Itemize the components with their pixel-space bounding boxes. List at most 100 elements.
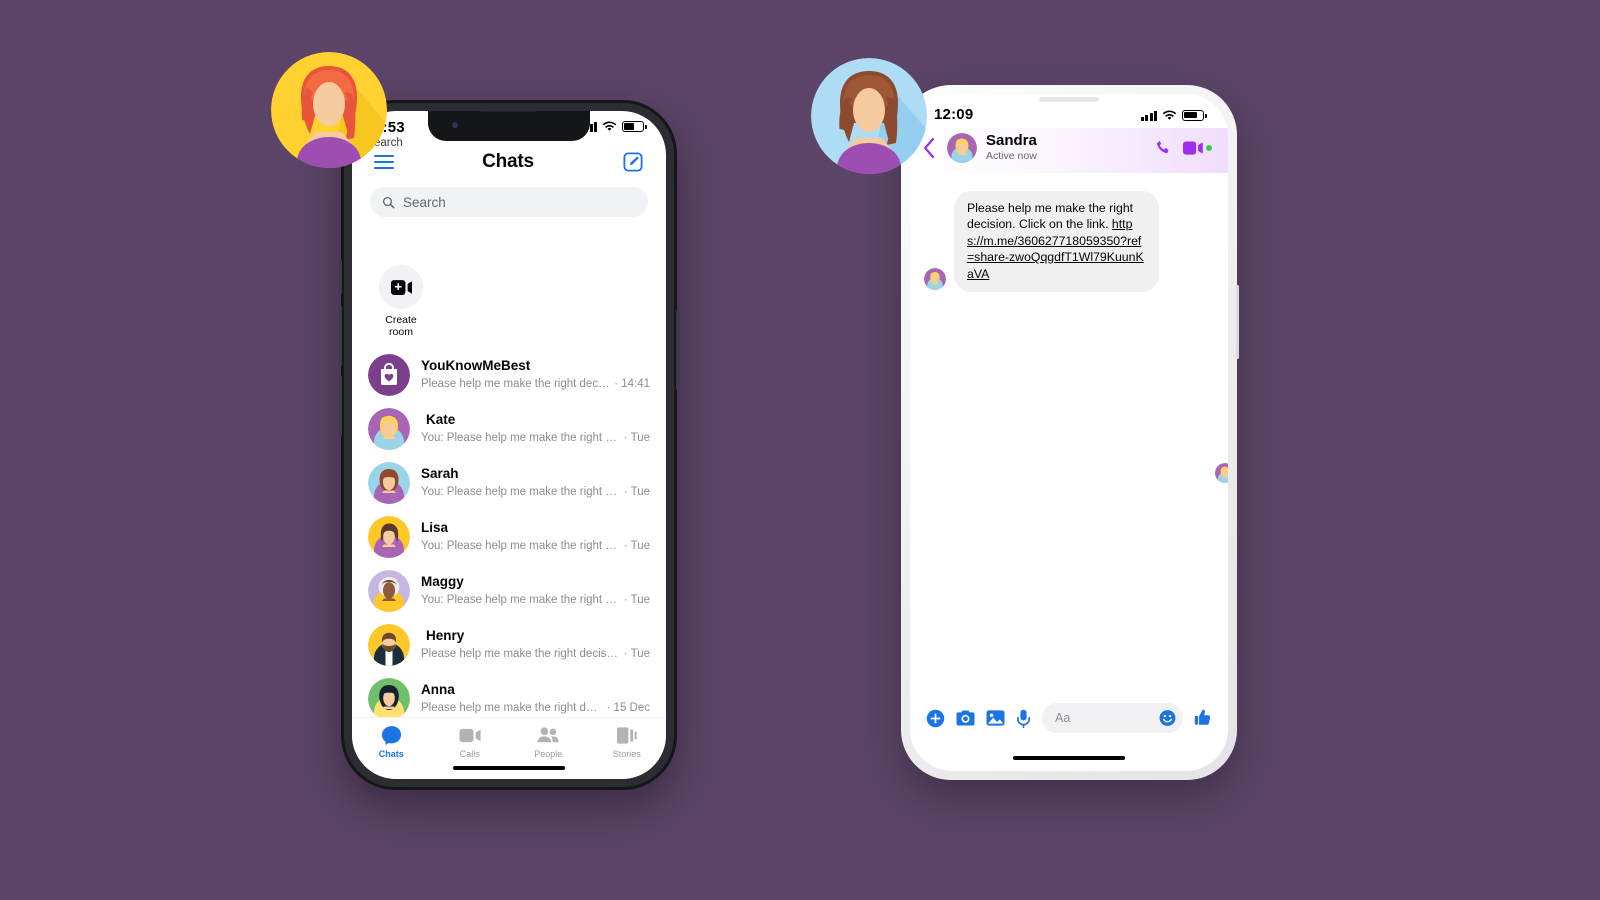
battery-icon [1182,109,1207,121]
chat-name: Kate [426,412,456,428]
notch [428,111,590,141]
smiley-emoji-icon[interactable] [1159,710,1176,727]
power-button-left-phone[interactable] [676,310,679,390]
wifi-icon [602,121,617,131]
status-icons [580,121,647,132]
create-room-button[interactable]: Create room [370,265,432,338]
list-item[interactable]: Henry Please help me make the right deci… [352,618,666,672]
chat-time: · Tue [623,539,650,552]
list-item[interactable]: YouKnowMeBest Please help me make the ri… [352,348,666,402]
tab-stories[interactable]: Stories [588,724,667,759]
avatar[interactable] [1215,462,1228,483]
message-composer: Aa [910,695,1228,741]
presence-status: Active now [986,150,1037,162]
message-text-line2: decision. Click on the link. [967,217,1109,232]
video-plus-icon [390,279,412,295]
plus-circle-icon[interactable] [926,709,945,728]
search-area: Search [352,181,666,227]
home-indicator[interactable] [453,766,565,770]
create-room-label-2: room [389,326,413,339]
message-bubble[interactable]: Please help me make the right decision. … [954,190,1159,292]
right-phone-screen: 12:09 Sandra Active now Please help me m… [910,94,1228,771]
woman-bob-avatar [368,516,410,559]
mute-switch-left-phone[interactable] [339,260,342,294]
chat-name: Lisa [421,520,449,536]
status-icons [1140,109,1207,121]
left-phone-device: 2:53 earch Chats Search Create room YouK… [339,100,679,790]
signal-bars-icon [1140,110,1157,121]
volume-down-left-phone[interactable] [339,376,342,436]
camera-icon[interactable] [956,709,975,727]
chat-preview: You: Please help me make the right decis… [421,430,650,447]
chat-snippet: You: Please help me make the right decis… [421,485,620,498]
tab-people[interactable]: People [509,724,588,759]
rooms-row: Create room [352,227,666,342]
chat-list[interactable]: YouKnowMeBest Please help me make the ri… [352,342,666,726]
back-chevron-icon[interactable] [922,137,938,159]
tab-calls[interactable]: Calls [431,724,510,759]
online-status-dot [1206,144,1212,151]
stories-icon [588,724,667,746]
tab-chats[interactable]: Chats [352,724,431,759]
chat-time: · Tue [623,593,650,606]
compose-new-message-icon[interactable] [622,151,644,173]
chat-name: YouKnowMeBest [421,358,531,374]
brunette-woman-avatar [811,58,927,174]
front-camera [452,122,458,128]
list-item[interactable]: Maggy You: Please help me make the right… [352,564,666,618]
message-thread[interactable]: Please help me make the right decision. … [910,172,1228,638]
power-button-right-phone[interactable] [1236,285,1239,359]
chat-preview: You: Please help me make the right decis… [421,592,650,609]
microphone-icon[interactable] [1016,709,1031,728]
volume-up-left-phone[interactable] [339,306,342,366]
chat-name: Henry [426,628,465,644]
phone-call-icon[interactable] [1155,139,1172,156]
chat-snippet: You: Please help me make the right decis… [421,593,620,606]
list-item-texts: Anna Please help me make the right decis… [421,681,650,716]
create-room-label-1: Create [385,314,417,326]
shop-bag-heart-avatar [368,354,410,397]
woman-brunette-avatar [368,462,410,505]
video-camera-icon [431,724,510,746]
redhead-woman-avatar [271,52,387,168]
chat-snippet: You: Please help me make the right decis… [421,431,620,444]
woman-grey-hair-avatar [368,570,410,613]
chat-preview: Please help me make the right decision..… [421,700,650,717]
create-room-circle [379,265,423,309]
tab-label: Stories [612,749,641,759]
avatar[interactable] [924,267,946,290]
tab-label: Chats [378,749,404,759]
home-indicator[interactable] [1013,756,1125,760]
list-item-texts: Lisa You: Please help me make the right … [421,519,650,554]
chat-bubble-icon [352,724,431,746]
people-icon [509,724,588,746]
message-placeholder: Aa [1055,711,1071,725]
speaker-slot [480,111,538,112]
list-item-texts: Sarah You: Please help me make the right… [421,465,650,500]
list-item[interactable]: Sarah You: Please help me make the right… [352,456,666,510]
message-input[interactable]: Aa [1042,703,1183,733]
list-item[interactable]: Kate You: Please help me make the right … [352,402,666,456]
message-text-line1: Please help me make the right [967,200,1134,215]
chat-preview: Please help me make the right decision. … [421,646,650,663]
speaker-slot [1039,97,1099,102]
list-item-texts: Henry Please help me make the right deci… [421,627,650,662]
tab-label: People [534,749,563,759]
woman-blonde-avatar [368,408,410,451]
tab-label: Calls [459,749,480,759]
video-call-icon[interactable] [1183,141,1204,155]
search-input[interactable]: Search [370,187,648,217]
status-time: 12:09 [934,105,974,123]
thumbs-up-icon[interactable] [1194,709,1212,727]
woman-darkhair-avatar [368,678,410,721]
gallery-image-icon[interactable] [986,709,1005,727]
battery-icon [622,121,647,132]
message-row: Please help me make the right decision. … [910,190,1228,292]
chat-time: · Tue [623,431,650,444]
avatar[interactable] [947,132,977,163]
man-beard-avatar [368,624,410,667]
hamburger-menu-icon[interactable] [374,154,394,170]
list-item[interactable]: Lisa You: Please help me make the right … [352,510,666,564]
chat-preview: Please help me make the right decision..… [421,376,650,393]
conversation-title-block: Sandra Active now [986,132,1146,164]
